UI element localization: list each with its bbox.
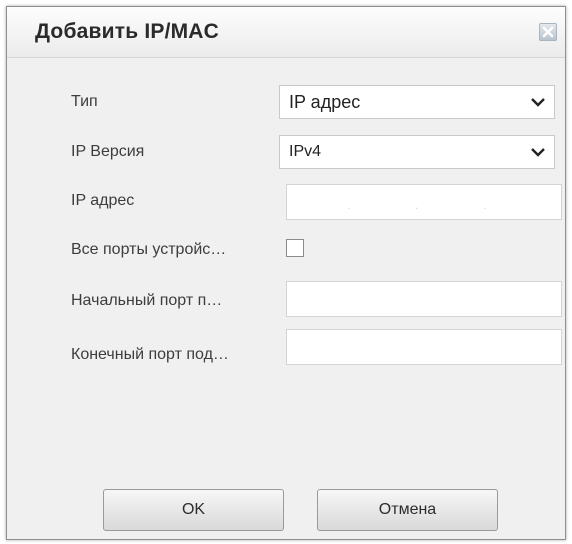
add-ip-mac-dialog: Добавить IP/MAC Тип IP адрес IP Версия I… xyxy=(6,6,566,540)
start-port-input[interactable] xyxy=(286,281,562,317)
end-port-input[interactable] xyxy=(286,329,562,365)
close-button[interactable] xyxy=(539,23,557,41)
ok-button[interactable]: OK xyxy=(103,489,284,531)
type-select[interactable]: IP адрес xyxy=(279,85,555,119)
chevron-down-icon xyxy=(531,98,545,107)
ip-version-select-value: IPv4 xyxy=(289,143,322,160)
ip-address-input[interactable]: . . . xyxy=(286,184,562,220)
ip-address-label: IP адрес xyxy=(71,192,135,209)
all-ports-checkbox[interactable] xyxy=(286,239,304,257)
end-port-label: Конечный порт под… xyxy=(71,346,229,363)
ip-version-select[interactable]: IPv4 xyxy=(279,135,555,169)
type-select-value: IP адрес xyxy=(289,92,361,112)
cancel-button[interactable]: Отмена xyxy=(317,489,498,531)
ip-octet-separator: . xyxy=(347,198,351,212)
dialog-title: Добавить IP/MAC xyxy=(35,20,220,43)
chevron-down-icon xyxy=(531,148,545,157)
start-port-label: Начальный порт п… xyxy=(71,292,223,309)
ip-octet-separator: . xyxy=(483,198,487,212)
type-label: Тип xyxy=(71,93,98,110)
ip-octet-separator: . xyxy=(415,198,419,212)
close-icon xyxy=(542,26,554,38)
all-ports-label: Все порты устройс… xyxy=(71,241,227,258)
dialog-title-bar[interactable]: Добавить IP/MAC xyxy=(7,7,565,58)
ip-version-label: IP Версия xyxy=(71,143,145,160)
